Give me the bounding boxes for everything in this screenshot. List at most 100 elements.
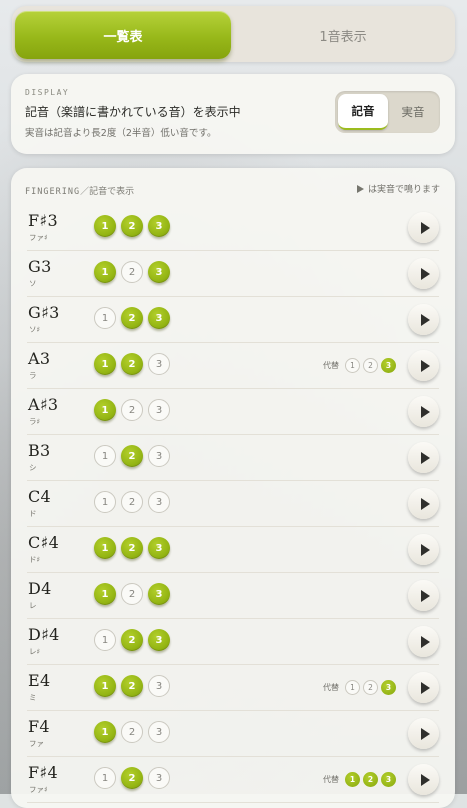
valve-1-pressed: 1 bbox=[94, 215, 116, 237]
note-kana: ド♯ bbox=[29, 555, 41, 564]
valve-group: 123 bbox=[94, 353, 170, 377]
play-icon bbox=[420, 497, 430, 510]
valve-2-pressed: 2 bbox=[121, 767, 143, 789]
alt-valve-1-open: 1 bbox=[345, 679, 360, 695]
play-button[interactable] bbox=[408, 764, 439, 795]
fingering-row: F4 ファ 1 2 3 bbox=[27, 711, 439, 757]
valve-3-pressed: 3 bbox=[148, 629, 170, 651]
play-button[interactable] bbox=[408, 626, 439, 657]
play-button[interactable] bbox=[408, 212, 439, 243]
fingering-card: FINGERING／記音で表示 は実音で鳴ります F♯3 ファ♯ 1 2 3 G3 ソ 1 2 3… bbox=[11, 168, 455, 808]
play-button[interactable] bbox=[408, 258, 439, 289]
valve-2-open: 2 bbox=[121, 261, 143, 283]
play-icon bbox=[420, 681, 430, 694]
valve-group: 123 bbox=[94, 767, 170, 791]
valve-3-pressed: 3 bbox=[148, 583, 170, 605]
alt-valve-3-pressed: 3 bbox=[381, 679, 396, 695]
alt-valve-2-pressed: 2 bbox=[363, 771, 378, 787]
note-kana: ソ bbox=[29, 279, 37, 288]
fingering-section-suffix: ／記音で表示 bbox=[80, 187, 135, 197]
fingering-row: C♯4 ド♯ 1 2 3 bbox=[27, 527, 439, 573]
note-kana: ファ♯ bbox=[29, 785, 48, 794]
alternate-label: 代替 bbox=[323, 360, 339, 370]
valve-2-pressed: 2 bbox=[121, 307, 143, 329]
valve-1-open: 1 bbox=[94, 629, 116, 651]
valve-group: 123 bbox=[94, 399, 170, 423]
note-name: G♯3 bbox=[28, 303, 60, 322]
alternate-fingering: 代替 1 2 3 bbox=[323, 356, 396, 374]
valve-1-pressed: 1 bbox=[94, 675, 116, 697]
alternate-fingering: 代替 1 2 3 bbox=[323, 770, 396, 788]
valve-1-pressed: 1 bbox=[94, 261, 116, 283]
alt-valve-2-open: 2 bbox=[363, 679, 378, 695]
play-button[interactable] bbox=[408, 580, 439, 611]
play-icon bbox=[420, 727, 430, 740]
play-icon bbox=[420, 313, 430, 326]
play-button[interactable] bbox=[408, 718, 439, 749]
fingering-row: C4 ド 1 2 3 bbox=[27, 481, 439, 527]
note-kana: ファ bbox=[29, 739, 44, 748]
valve-3-open: 3 bbox=[148, 675, 170, 697]
play-button[interactable] bbox=[408, 672, 439, 703]
alt-valve-3-pressed: 3 bbox=[381, 357, 396, 373]
play-button[interactable] bbox=[408, 396, 439, 427]
fingering-section-title: FINGERING bbox=[25, 187, 81, 197]
valve-1-pressed: 1 bbox=[94, 583, 116, 605]
valve-1-open: 1 bbox=[94, 767, 116, 789]
fingering-row: D♯4 レ♯ 1 2 3 bbox=[27, 619, 439, 665]
valve-group: 123 bbox=[94, 629, 170, 653]
fingering-section-label: FINGERING／記音で表示 bbox=[25, 184, 134, 197]
valve-3-pressed: 3 bbox=[148, 215, 170, 237]
valve-3-pressed: 3 bbox=[148, 307, 170, 329]
note-name: F♯4 bbox=[28, 763, 58, 782]
play-button[interactable] bbox=[408, 442, 439, 473]
play-button[interactable] bbox=[408, 534, 439, 565]
note-kana: ファ♯ bbox=[29, 233, 48, 242]
play-icon bbox=[420, 635, 430, 648]
play-icon bbox=[420, 451, 430, 464]
valve-group: 123 bbox=[94, 445, 170, 469]
valve-2-pressed: 2 bbox=[121, 537, 143, 559]
valve-2-pressed: 2 bbox=[121, 215, 143, 237]
alt-valve-1-open: 1 bbox=[345, 357, 360, 373]
tab-single-note[interactable]: 1音表示 bbox=[234, 11, 452, 59]
note-kana: ラ♯ bbox=[29, 417, 41, 426]
tab-list[interactable]: 一覧表 bbox=[15, 11, 231, 59]
note-name: G3 bbox=[28, 257, 52, 276]
play-icon bbox=[420, 543, 430, 556]
note-name: D♯4 bbox=[28, 625, 60, 644]
fingering-list: F♯3 ファ♯ 1 2 3 G3 ソ 1 2 3 G♯3 ソ♯ 1 2 3 A3 ラ 1 2 3 代替 1 2 3 A♯3 ラ♯ 1… bbox=[27, 205, 439, 803]
valve-3-pressed: 3 bbox=[148, 261, 170, 283]
valve-1-open: 1 bbox=[94, 445, 116, 467]
valve-3-open: 3 bbox=[148, 445, 170, 467]
concert-pitch-button[interactable]: 実音 bbox=[388, 94, 438, 130]
valve-1-pressed: 1 bbox=[94, 399, 116, 421]
fingering-row: F♯3 ファ♯ 1 2 3 bbox=[27, 205, 439, 251]
note-name: D4 bbox=[28, 579, 52, 598]
play-icon bbox=[420, 359, 430, 372]
note-kana: ラ bbox=[29, 371, 37, 380]
note-name: A♯3 bbox=[28, 395, 59, 414]
valve-group: 123 bbox=[94, 537, 170, 561]
valve-1-pressed: 1 bbox=[94, 537, 116, 559]
play-button[interactable] bbox=[408, 488, 439, 519]
valve-2-open: 2 bbox=[121, 399, 143, 421]
display-mode-text: 記音（楽譜に書かれている音）を表示中 bbox=[25, 105, 241, 119]
valve-2-open: 2 bbox=[121, 721, 143, 743]
valve-3-open: 3 bbox=[148, 399, 170, 421]
note-name: A3 bbox=[28, 349, 51, 368]
valve-group: 123 bbox=[94, 675, 170, 699]
note-name: E4 bbox=[28, 671, 51, 690]
play-button[interactable] bbox=[408, 304, 439, 335]
play-button[interactable] bbox=[408, 350, 439, 381]
valve-3-open: 3 bbox=[148, 721, 170, 743]
display-card: DISPLAY 記音（楽譜に書かれている音）を表示中 実音は記音より長2度（2半… bbox=[11, 74, 455, 154]
view-tabs: 一覧表 1音表示 bbox=[12, 6, 455, 62]
valve-3-pressed: 3 bbox=[148, 537, 170, 559]
alt-valve-1-pressed: 1 bbox=[345, 771, 360, 787]
note-kana: ミ bbox=[29, 693, 37, 702]
valve-2-open: 2 bbox=[121, 491, 143, 513]
written-pitch-button[interactable]: 記音 bbox=[338, 94, 388, 130]
note-kana: ソ♯ bbox=[29, 325, 41, 334]
alternate-label: 代替 bbox=[323, 682, 339, 692]
